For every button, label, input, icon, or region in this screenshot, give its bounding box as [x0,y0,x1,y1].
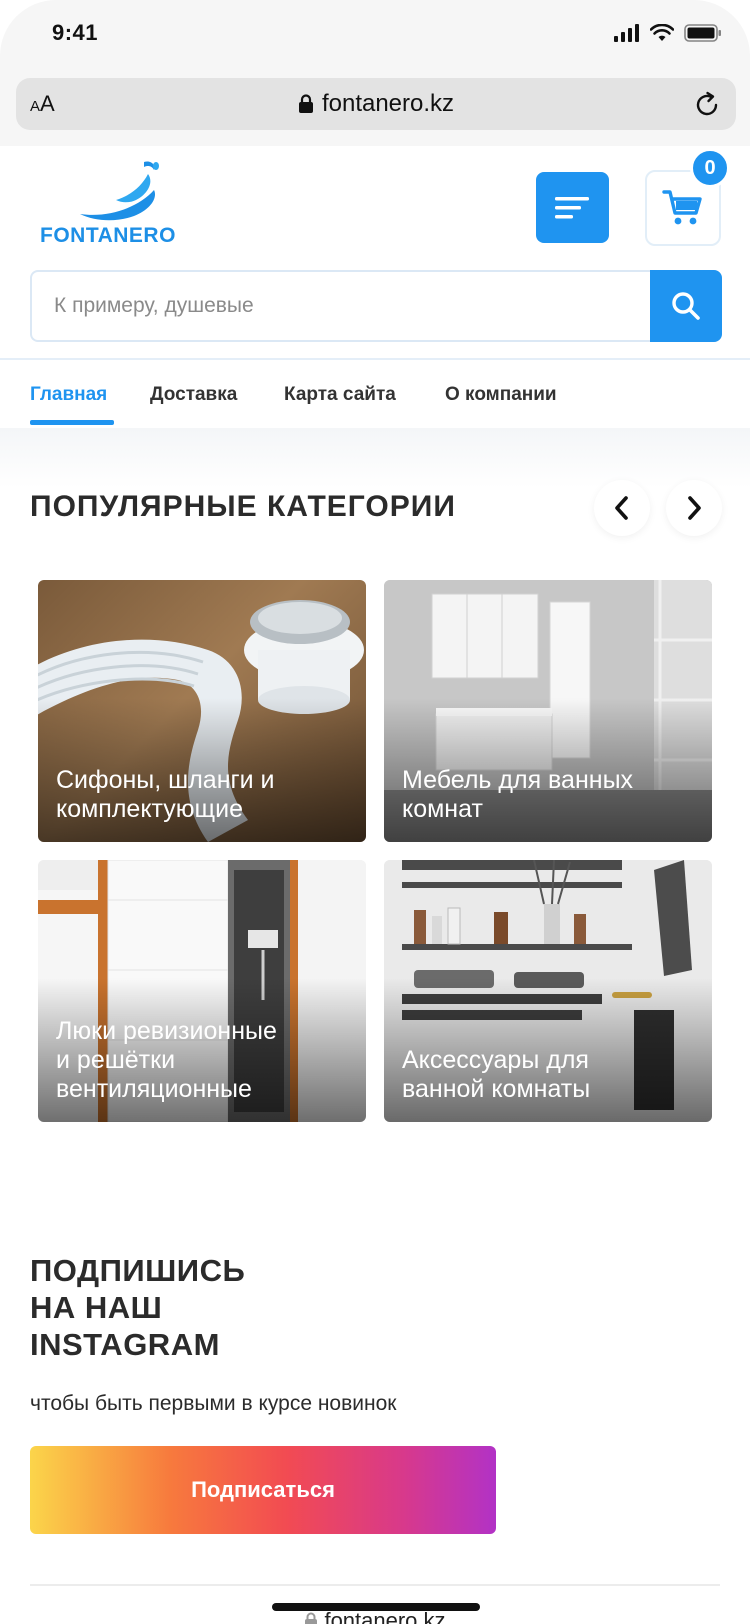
logo[interactable]: FONTANERO [38,156,198,247]
nav-active-indicator [30,420,114,425]
prev-button[interactable] [594,480,650,536]
search-button[interactable] [650,270,722,342]
category-label: Аксессуары для ванной комнаты [402,1046,591,1103]
wifi-icon [650,24,674,41]
instagram-subtitle: чтобы быть первыми в курсе новинок [30,1392,397,1415]
search-input[interactable] [30,270,652,342]
status-bar: 9:41 [0,0,750,70]
nav-item-home[interactable]: Главная [30,384,107,406]
logo-text: FONTANERO [40,224,176,247]
url-text: fontanero.kz [321,90,455,117]
search-icon [672,292,700,320]
signal-icon [614,24,639,42]
nav-item-sitemap[interactable]: Карта сайта [284,384,396,406]
category-card-furniture[interactable]: Мебель для ванных комнат [384,580,712,842]
status-time: 9:41 [52,20,99,45]
status-icons [614,24,722,42]
site-header: FONTANERO 0 [0,146,750,356]
lock-icon [298,94,313,113]
search-bar [30,270,722,342]
category-label: Мебель для ванных комнат [402,766,634,823]
battery-icon [684,24,721,42]
next-button[interactable] [666,480,722,536]
category-label: Люки ревизионные и решётки вентиляционны… [56,1017,277,1103]
lock-icon [305,1612,318,1624]
main-nav: Главная Доставка Карта сайта О компании [0,358,750,426]
category-card-hatches[interactable]: Люки ревизионные и решётки вентиляционны… [38,860,366,1122]
cart-icon [662,190,702,225]
category-label: Сифоны, шланги и комплектующие [56,766,275,823]
cart-count-badge: 0 [690,148,730,188]
divider [30,1584,720,1586]
subscribe-button[interactable]: Подписаться [30,1446,496,1534]
wave-logo-icon [80,161,159,221]
nav-item-about[interactable]: О компании [445,384,557,406]
nav-item-delivery[interactable]: Доставка [150,384,237,406]
reload-icon[interactable] [692,90,722,120]
phone-screen: 9:41 AA fontanero.kz FONTANERO 0 К приме… [0,0,750,1624]
address-bar[interactable]: AA fontanero.kz [16,78,736,130]
chevron-left-icon [615,496,628,520]
menu-icon [554,196,589,218]
category-card-siphons[interactable]: Сифоны, шланги и комплектующие [38,580,366,842]
home-indicator[interactable] [272,1603,480,1611]
categories-title: ПОПУЛЯРНЫЕ КАТЕГОРИИ [30,490,456,523]
category-card-accessories[interactable]: Аксессуары для ванной комнаты [384,860,712,1122]
chevron-right-icon [688,496,701,520]
browser-bar: AA fontanero.kz [0,70,750,146]
instagram-title: ПОДПИШИСЬ НА НАШ INSTAGRAM [30,1253,246,1362]
menu-button[interactable] [536,172,609,243]
url-display[interactable]: fontanero.kz [16,90,736,118]
